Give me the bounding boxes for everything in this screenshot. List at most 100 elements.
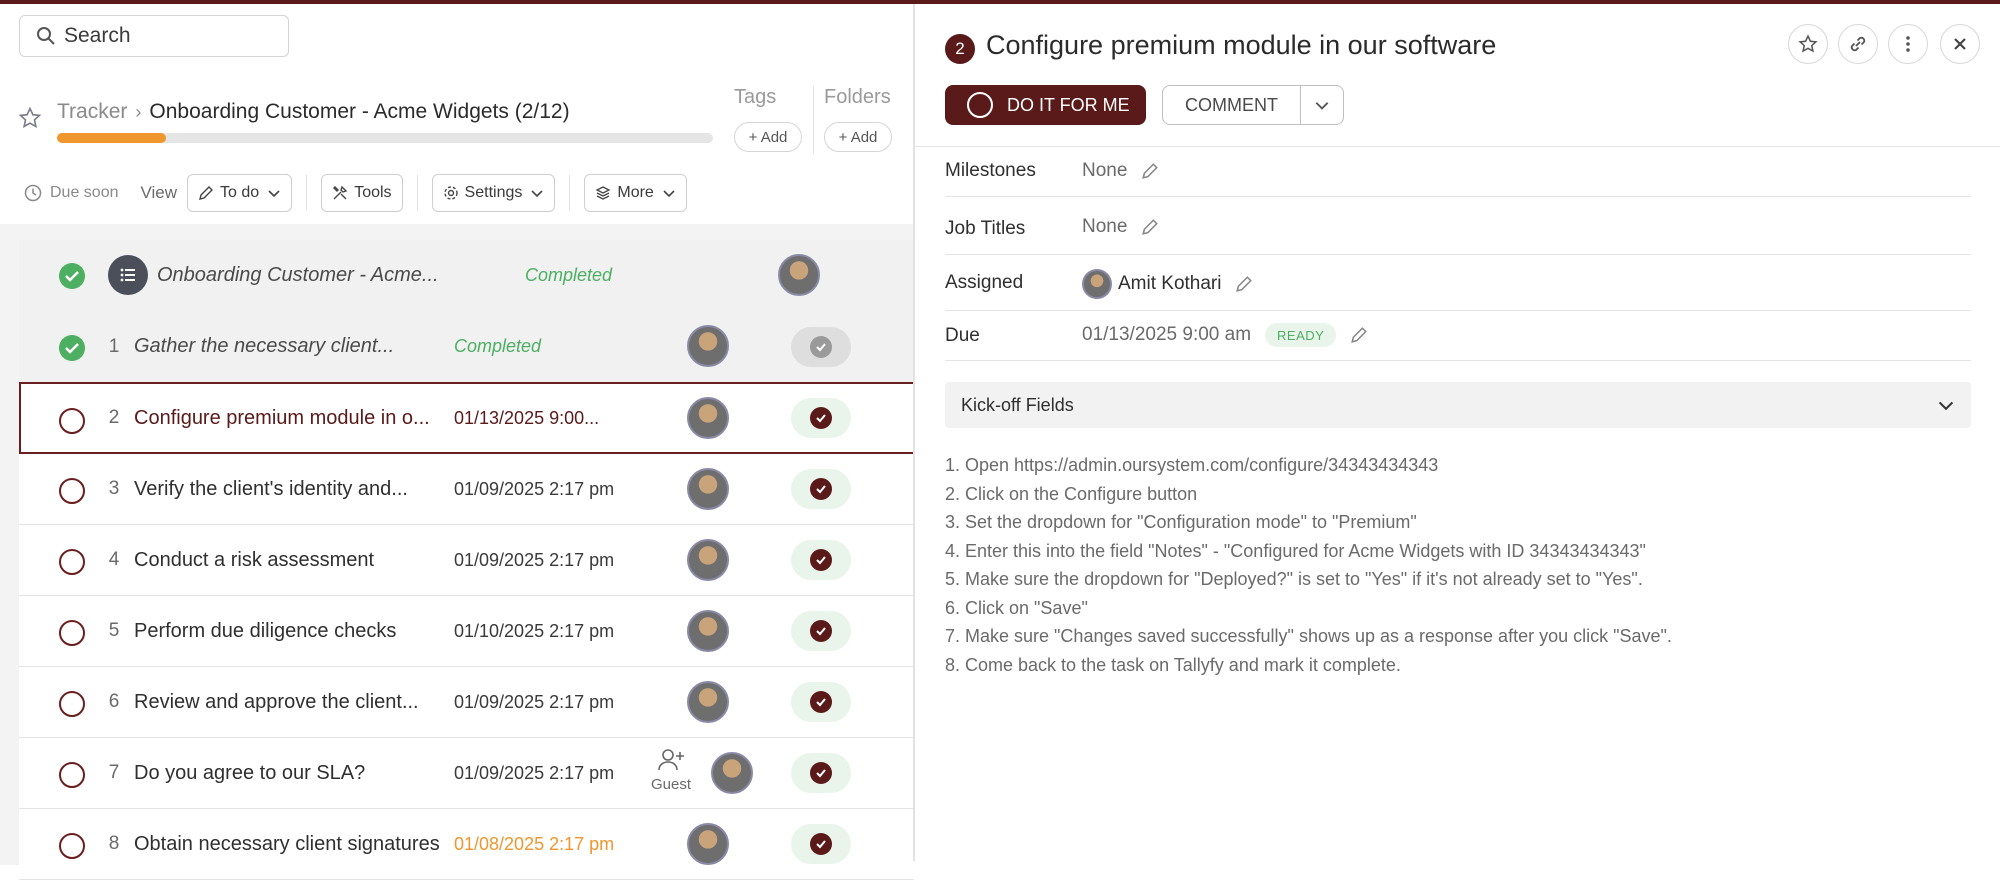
task-status-pill[interactable] bbox=[791, 824, 851, 864]
add-folder-button[interactable]: + Add bbox=[824, 122, 892, 152]
divider bbox=[945, 310, 1971, 311]
divider bbox=[945, 254, 1971, 255]
due-soon-label: Due soon bbox=[50, 184, 119, 201]
circle-icon[interactable] bbox=[59, 620, 85, 646]
due-soon-filter[interactable]: Due soon bbox=[24, 184, 119, 202]
avatar bbox=[687, 539, 729, 581]
add-tag-button[interactable]: + Add bbox=[734, 122, 802, 152]
task-row-active[interactable]: 2 Configure premium module in o... 01/13… bbox=[19, 382, 914, 454]
tools-button[interactable]: Tools bbox=[321, 174, 403, 212]
task-detail-panel bbox=[915, 4, 2000, 861]
comment-dropdown[interactable] bbox=[1301, 97, 1343, 113]
more-dropdown[interactable]: More bbox=[584, 174, 687, 212]
status-badge: READY bbox=[1265, 323, 1337, 347]
task-row[interactable]: 6 Review and approve the client... 01/09… bbox=[19, 667, 914, 738]
task-row[interactable]: 8 Obtain necessary client signatures 01/… bbox=[19, 809, 914, 880]
comment-button[interactable]: COMMENT bbox=[1162, 85, 1344, 125]
kickoff-fields-toggle[interactable]: Kick-off Fields bbox=[945, 382, 1971, 428]
pencil-icon bbox=[199, 186, 214, 200]
circle-icon[interactable] bbox=[59, 833, 85, 859]
milestones-label: Milestones bbox=[945, 160, 1036, 181]
tools-label: Tools bbox=[354, 184, 392, 201]
task-title: Perform due diligence checks bbox=[134, 619, 397, 642]
task-status-pill[interactable] bbox=[791, 611, 851, 651]
avatar bbox=[687, 325, 729, 367]
circle-icon[interactable] bbox=[59, 408, 85, 434]
assignee-name[interactable]: Amit Kothari bbox=[1118, 273, 1221, 295]
circle-icon bbox=[967, 92, 993, 118]
job-titles-label: Job Titles bbox=[945, 218, 1026, 239]
task-instructions: 1. Open https://admin.oursystem.com/conf… bbox=[945, 451, 1672, 679]
chevron-down-icon bbox=[268, 190, 280, 198]
instruction-step: 4. Enter this into the field "Notes" - "… bbox=[945, 540, 1646, 561]
task-status-pill[interactable] bbox=[791, 469, 851, 509]
divider bbox=[915, 146, 2000, 147]
star-button[interactable] bbox=[1788, 24, 1828, 64]
task-row[interactable]: 5 Perform due diligence checks 01/10/202… bbox=[19, 596, 914, 667]
due-value: 01/13/2025 9:00 am READY bbox=[1082, 323, 1368, 347]
breadcrumb-root[interactable]: Tracker bbox=[57, 100, 127, 123]
instruction-step: 1. Open https://admin.oursystem.com/conf… bbox=[945, 455, 1439, 475]
view-label: View bbox=[140, 183, 178, 202]
star-icon bbox=[1798, 34, 1818, 53]
pencil-icon[interactable] bbox=[1235, 275, 1253, 293]
more-options-button[interactable] bbox=[1888, 24, 1928, 64]
task-number: 2 bbox=[108, 407, 120, 428]
list-icon bbox=[108, 255, 148, 295]
task-title: Conduct a risk assessment bbox=[134, 548, 375, 571]
comment-label: COMMENT bbox=[1163, 86, 1301, 124]
breadcrumb: Tracker › Onboarding Customer - Acme Widge… bbox=[57, 100, 570, 124]
circle-icon[interactable] bbox=[59, 691, 85, 717]
task-status-pill[interactable] bbox=[791, 398, 851, 438]
job-titles-text: None bbox=[1082, 216, 1128, 237]
search-label: Search bbox=[64, 24, 131, 47]
task-due: 01/09/2025 2:17 pm bbox=[454, 762, 615, 783]
task-title: Do you agree to our SLA? bbox=[134, 761, 366, 784]
task-due: 01/09/2025 2:17 pm bbox=[454, 549, 615, 570]
star-icon[interactable] bbox=[18, 106, 42, 130]
tags-label: Tags bbox=[734, 86, 777, 108]
add-user-icon bbox=[658, 749, 684, 771]
close-button[interactable] bbox=[1940, 24, 1980, 64]
search-box[interactable]: Search bbox=[19, 15, 289, 57]
task-title: Obtain necessary client signatures bbox=[134, 832, 440, 855]
todo-view-dropdown[interactable]: To do bbox=[187, 174, 293, 212]
task-row[interactable]: 3 Verify the client's identity and... 01… bbox=[19, 454, 914, 525]
copy-link-button[interactable] bbox=[1838, 24, 1878, 64]
task-status-pill[interactable] bbox=[791, 326, 851, 367]
do-it-for-me-button[interactable]: DO IT FOR ME bbox=[945, 85, 1146, 125]
progress-fill bbox=[57, 133, 167, 143]
chevron-down-icon bbox=[1315, 102, 1329, 110]
tools-icon bbox=[333, 185, 348, 200]
gear-icon bbox=[443, 186, 458, 200]
check-done-icon bbox=[59, 263, 85, 289]
task-row[interactable]: 7 Do you agree to our SLA? 01/09/2025 2:… bbox=[19, 738, 914, 809]
task-number-badge: 2 bbox=[945, 34, 975, 64]
task-status-pill[interactable] bbox=[791, 753, 851, 793]
divider bbox=[416, 175, 418, 211]
divider bbox=[945, 196, 1971, 197]
circle-icon[interactable] bbox=[59, 762, 85, 788]
pencil-icon[interactable] bbox=[1350, 326, 1368, 344]
due-date-text: 01/13/2025 9:00 am bbox=[1082, 324, 1252, 345]
circle-icon[interactable] bbox=[59, 478, 85, 504]
settings-dropdown[interactable]: Settings bbox=[431, 174, 556, 212]
task-status-pill[interactable] bbox=[791, 682, 851, 722]
search-icon bbox=[37, 27, 55, 45]
job-titles-value: None bbox=[1082, 216, 1159, 238]
task-row[interactable]: 1 Gather the necessary client... Complet… bbox=[19, 311, 914, 382]
instruction-step: 7. Make sure "Changes saved successfully… bbox=[945, 626, 1672, 646]
progress-bar bbox=[57, 133, 713, 143]
task-row[interactable]: 4 Conduct a risk assessment 01/09/2025 2… bbox=[19, 525, 914, 596]
guest-assignee[interactable]: Guest bbox=[646, 748, 696, 793]
avatar bbox=[687, 823, 729, 865]
avatar bbox=[711, 752, 753, 794]
instruction-step: 8. Come back to the task on Tallyfy and … bbox=[945, 654, 1401, 675]
pencil-icon[interactable] bbox=[1141, 162, 1159, 180]
process-row[interactable]: Onboarding Customer - Acme... Completed bbox=[19, 240, 914, 311]
task-number: 4 bbox=[108, 549, 120, 570]
chevron-down-icon bbox=[1938, 401, 1954, 411]
task-status-pill[interactable] bbox=[791, 540, 851, 580]
pencil-icon[interactable] bbox=[1141, 218, 1159, 236]
circle-icon[interactable] bbox=[59, 549, 85, 575]
